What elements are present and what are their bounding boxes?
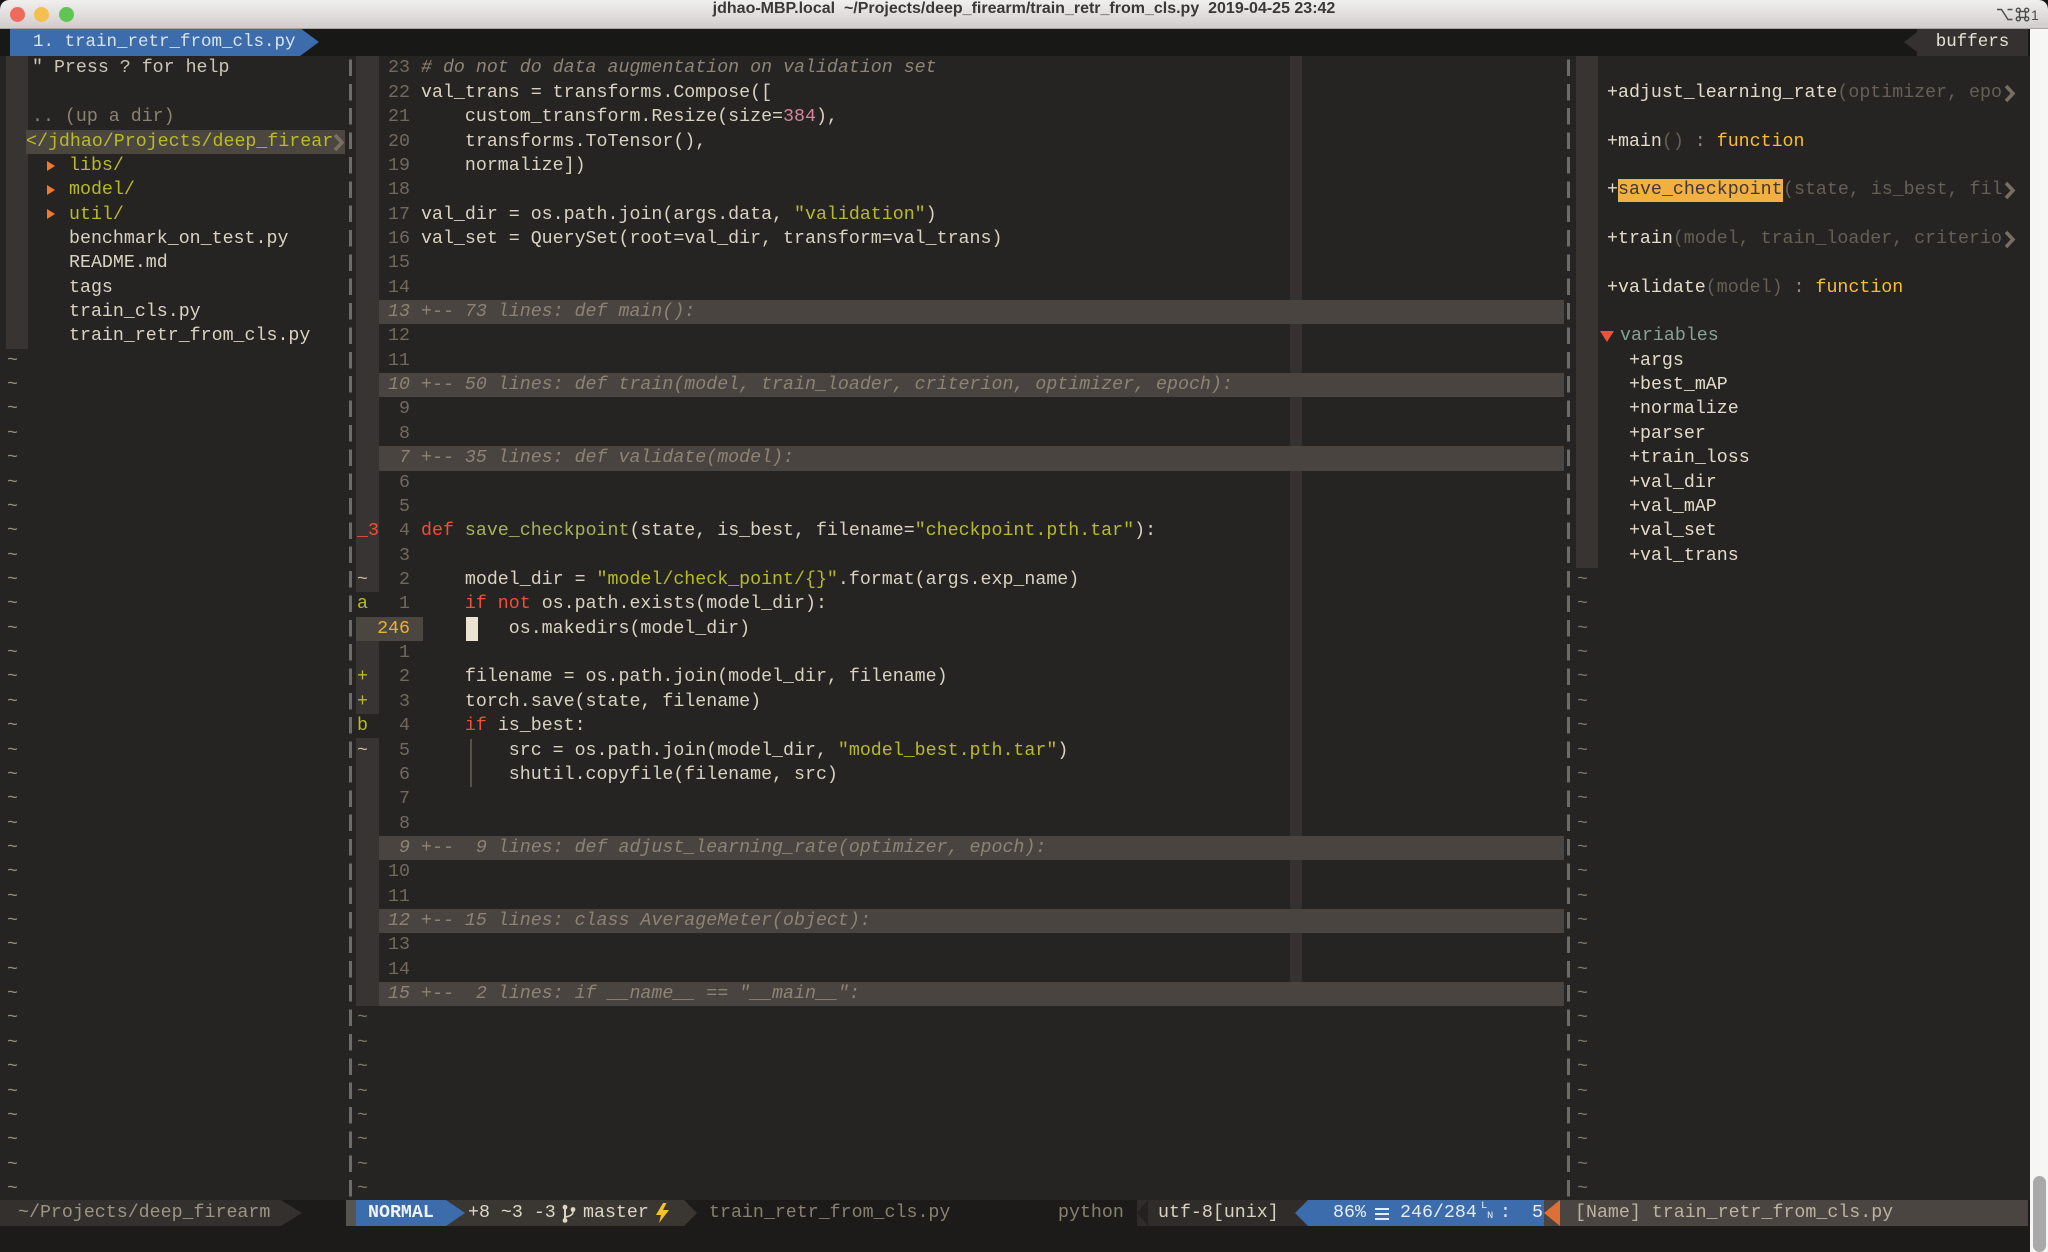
svg-text:1: 1: [2031, 7, 2039, 22]
